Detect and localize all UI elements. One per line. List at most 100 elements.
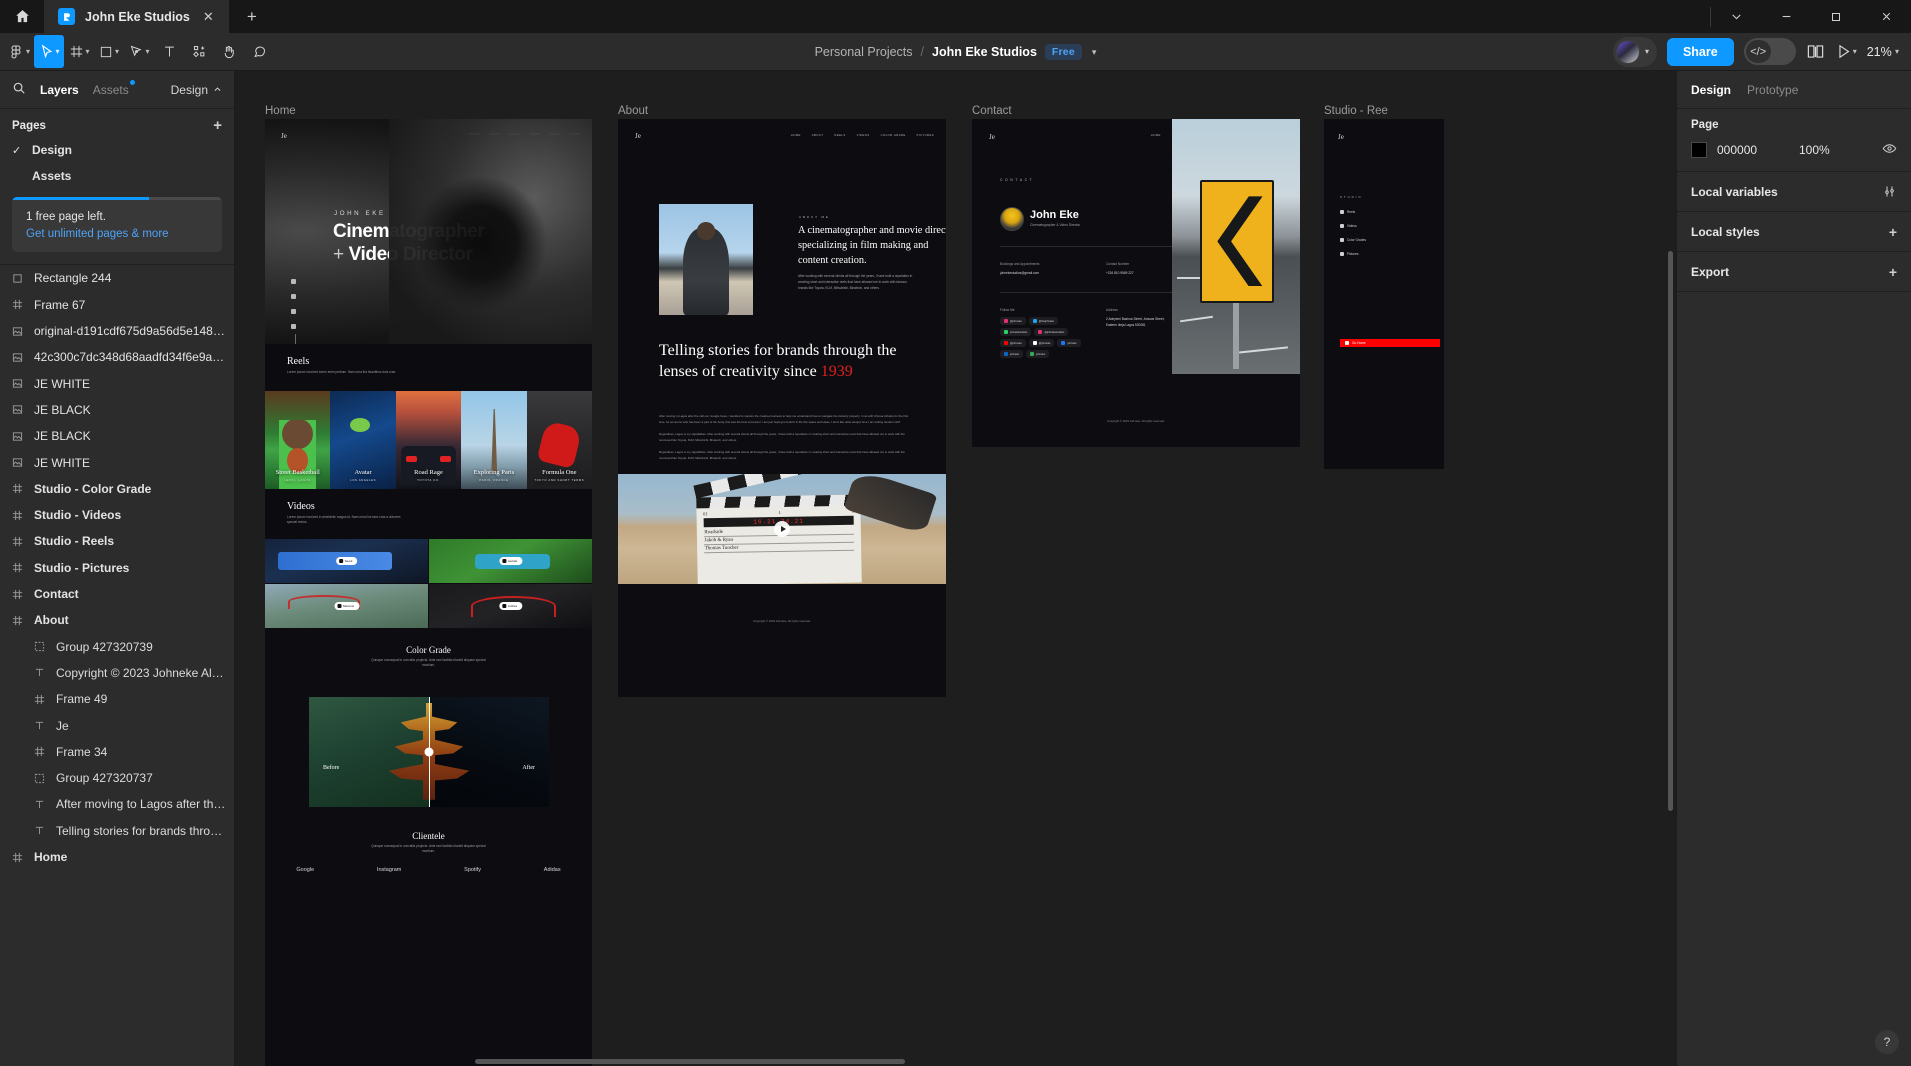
- layer-row[interactable]: Studio - Reels: [0, 528, 234, 554]
- studio-go-home-button[interactable]: Go Home: [1340, 339, 1440, 347]
- about-nav[interactable]: HOME ABOUT REELS VIDEOS COLOR GRADE PICTURES: [791, 133, 934, 137]
- tab-close-icon[interactable]: ✕: [200, 9, 217, 25]
- layer-row[interactable]: Je: [0, 712, 234, 738]
- hand-tool-button[interactable]: [214, 35, 244, 68]
- page-color-opacity[interactable]: 100%: [1799, 143, 1859, 157]
- layer-row[interactable]: About: [0, 607, 234, 633]
- plan-badge[interactable]: Free: [1044, 44, 1082, 60]
- home-nav[interactable]: [469, 133, 580, 135]
- video-play-button[interactable]: [774, 521, 790, 537]
- page-color-hex[interactable]: 000000: [1717, 143, 1789, 157]
- page-row-design[interactable]: ✓ Design: [0, 137, 234, 163]
- collaborators-button[interactable]: ▾: [1612, 36, 1657, 67]
- studio-nav-item[interactable]: Pictures: [1340, 252, 1359, 256]
- eye-icon[interactable]: [1882, 141, 1897, 159]
- comparison-slider-handle[interactable]: [424, 747, 434, 757]
- frame-label-studio-reels[interactable]: Studio - Ree: [1324, 105, 1388, 117]
- frame-label-about[interactable]: About: [618, 105, 648, 117]
- video-card[interactable]: Moscow: [265, 584, 428, 628]
- studio-nav-item[interactable]: Reels: [1340, 210, 1355, 214]
- layer-row[interactable]: Copyright © 2023 Johneke Al…: [0, 660, 234, 686]
- breadcrumb-current-file[interactable]: John Eke Studios: [932, 45, 1037, 59]
- reel-card[interactable]: Street Basketball LEKKI, LAGOS: [265, 391, 331, 489]
- canvas-horizontal-scrollbar[interactable]: [475, 1059, 905, 1064]
- new-tab-button[interactable]: +: [229, 0, 275, 33]
- pen-tool-button[interactable]: ▾: [124, 35, 154, 68]
- canvas-vertical-scrollbar[interactable]: [1668, 251, 1673, 811]
- video-card[interactable]: Aerials: [429, 539, 592, 583]
- resources-tool-button[interactable]: [184, 35, 214, 68]
- layer-row[interactable]: JE WHITE: [0, 371, 234, 397]
- frame-home[interactable]: Je JOHN EKE Cinematographer + Video Dire…: [265, 119, 592, 1066]
- home-reels-grid[interactable]: Street Basketball LEKKI, LAGOS Avatar LO…: [265, 391, 592, 489]
- layer-row[interactable]: Studio - Pictures: [0, 555, 234, 581]
- layer-row[interactable]: JE BLACK: [0, 423, 234, 449]
- social-chip[interactable]: johneke: [1026, 350, 1050, 358]
- social-chip[interactable]: @johnekestudios: [1034, 328, 1069, 336]
- add-page-button[interactable]: +: [213, 118, 222, 133]
- frame-studio-reels[interactable]: Je STUDIO Reels Videos Color Grades Pict…: [1324, 119, 1444, 469]
- window-close-button[interactable]: [1861, 0, 1911, 33]
- local-variables-row[interactable]: Local variables: [1677, 172, 1911, 212]
- layer-row[interactable]: Frame 49: [0, 686, 234, 712]
- frame-about[interactable]: Je HOME ABOUT REELS VIDEOS COLOR GRADE PICTUR…: [618, 119, 946, 697]
- library-button[interactable]: [1806, 42, 1825, 61]
- design-canvas[interactable]: Home Je JOHN EKE Cinematographer + Video…: [235, 71, 1676, 1066]
- plus-icon[interactable]: +: [1889, 224, 1897, 240]
- social-chip[interactable]: johnekestudios: [1000, 328, 1032, 336]
- layer-row[interactable]: Group 427320739: [0, 634, 234, 660]
- layer-row[interactable]: original-d191cdf675d9a56d5e148…: [0, 318, 234, 344]
- local-styles-row[interactable]: Local styles +: [1677, 212, 1911, 252]
- text-tool-button[interactable]: [154, 35, 184, 68]
- export-row[interactable]: Export +: [1677, 252, 1911, 292]
- reel-card[interactable]: Exploring Paris PARIS, FRANCE: [461, 391, 527, 489]
- layer-row[interactable]: After moving to Lagos after th…: [0, 791, 234, 817]
- comment-tool-button[interactable]: [244, 35, 274, 68]
- plus-icon[interactable]: +: [1889, 264, 1897, 280]
- social-chip[interactable]: johneke: [1057, 339, 1081, 347]
- color-grade-comparison[interactable]: Before After: [309, 697, 549, 807]
- nav-item[interactable]: COLOR GRADE: [881, 133, 906, 137]
- share-button[interactable]: Share: [1666, 37, 1734, 66]
- main-menu-button[interactable]: ▾: [4, 35, 34, 68]
- social-chip[interactable]: @johneke: [1028, 339, 1055, 347]
- layer-row[interactable]: JE BLACK: [0, 397, 234, 423]
- video-card[interactable]: Seoul: [265, 539, 428, 583]
- browser-tab[interactable]: John Eke Studios ✕: [44, 0, 229, 33]
- page-row-assets[interactable]: Assets: [0, 163, 234, 189]
- social-chip[interactable]: johneke: [1000, 350, 1024, 358]
- tab-list-chevron-icon[interactable]: [1711, 0, 1761, 33]
- reel-card[interactable]: Avatar LOS ANGELES: [330, 391, 396, 489]
- layer-row[interactable]: JE WHITE: [0, 449, 234, 475]
- studio-nav-item[interactable]: Color Grades: [1340, 238, 1366, 242]
- nav-item[interactable]: HOME: [791, 133, 801, 137]
- layer-row[interactable]: Group 427320737: [0, 765, 234, 791]
- shape-tool-button[interactable]: ▾: [94, 35, 124, 68]
- nav-item[interactable]: ABOUT: [812, 133, 824, 137]
- frame-label-contact[interactable]: Contact: [972, 105, 1012, 117]
- tab-design[interactable]: Design: [1691, 83, 1731, 97]
- tab-prototype[interactable]: Prototype: [1747, 83, 1798, 97]
- window-maximize-button[interactable]: [1811, 0, 1861, 33]
- home-social-icons[interactable]: [291, 279, 296, 329]
- home-videos-grid[interactable]: Seoul Aerials Moscow Arches: [265, 539, 592, 628]
- file-menu-chevron-icon[interactable]: ▾: [1092, 47, 1097, 58]
- layer-row[interactable]: Rectangle 244: [0, 265, 234, 291]
- nav-item[interactable]: PICTURES: [917, 133, 934, 137]
- contact-social-chips[interactable]: @johneke @thejohneke johnekestudios @johnek…: [1000, 317, 1092, 358]
- dev-mode-toggle[interactable]: </>: [1743, 38, 1796, 65]
- reel-card[interactable]: Road Rage TOYOTA CO.: [395, 391, 462, 489]
- layer-row[interactable]: Studio - Color Grade: [0, 476, 234, 502]
- breadcrumb-parent[interactable]: Personal Projects: [815, 45, 913, 59]
- layer-row[interactable]: Telling stories for brands thro…: [0, 818, 234, 844]
- frame-tool-button[interactable]: ▾: [64, 35, 94, 68]
- layer-row[interactable]: Frame 67: [0, 292, 234, 318]
- sliders-icon[interactable]: [1882, 184, 1897, 199]
- layers-list[interactable]: Rectangle 244 Frame 67 original-d191cdf675…: [0, 264, 234, 1066]
- reel-card[interactable]: Formula One TOKYO AND SHORT TERMS: [526, 391, 592, 489]
- design-collapse-toggle[interactable]: Design: [171, 83, 222, 97]
- layer-row[interactable]: Studio - Videos: [0, 502, 234, 528]
- frame-contact[interactable]: Je HOMEABOUTREELSVIDEOSCOLOR GRADEPICTUR…: [972, 119, 1300, 447]
- layer-row[interactable]: Frame 34: [0, 739, 234, 765]
- about-video-section[interactable]: 01 1 9 16.21.34.21 Roadside Jakob & Ryan…: [618, 474, 946, 584]
